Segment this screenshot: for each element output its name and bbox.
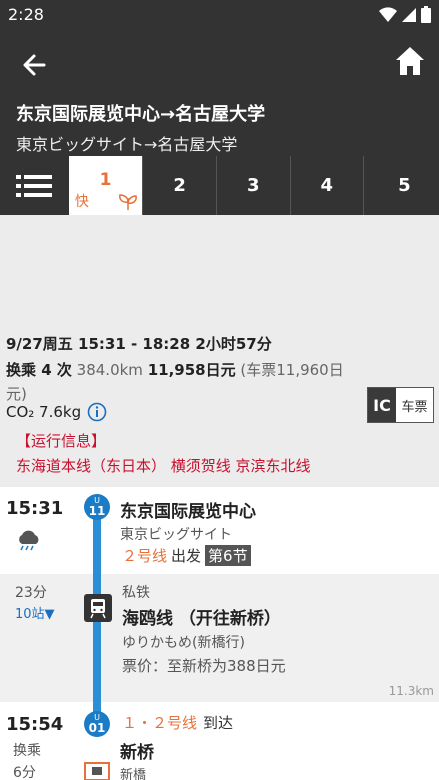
- route-title-cn: 东京国际展览中心→名古屋大学: [16, 104, 266, 125]
- segment-distance: 11.3km: [388, 684, 434, 698]
- station-number-badge: U 11: [84, 494, 110, 520]
- home-button[interactable]: [393, 44, 427, 78]
- arrive-label: 到达: [203, 714, 234, 732]
- platform-number: ２号线: [122, 547, 168, 565]
- total-distance: 384.0km: [76, 361, 143, 379]
- transfer-fare-info: 换乘 4 次 384.0km 11,958日元 (车票11,960日元): [6, 358, 358, 406]
- badge-station-number: 01: [88, 721, 106, 735]
- segment-fare: 票价：至新桥为388日元: [122, 657, 286, 675]
- transfer-time: 6分: [13, 765, 36, 780]
- tab-label: 1: [99, 170, 112, 190]
- route-tabs: 1 快 2 3 4 5: [0, 156, 439, 215]
- segment-duration: 23分: [15, 585, 47, 601]
- battery-icon: [421, 6, 431, 23]
- arrival-time: 15:54: [6, 714, 64, 735]
- tab-route-1[interactable]: 1 快: [68, 156, 143, 215]
- menu-button[interactable]: [0, 156, 69, 215]
- ticket-option[interactable]: 车票: [396, 388, 433, 422]
- badge-station-number: 11: [88, 504, 106, 518]
- tab-label: 4: [320, 175, 334, 196]
- signal-icon: [402, 7, 416, 22]
- tab-label: 2: [173, 175, 186, 196]
- departure-time: 15:31: [6, 498, 64, 519]
- date-time-duration: 9/27周五 15:31 - 18:28 2小时57分: [6, 335, 272, 353]
- status-icons: [379, 6, 431, 23]
- status-time: 2:28: [8, 5, 44, 24]
- car-position-badge: 第6节: [205, 545, 251, 566]
- back-button[interactable]: [16, 50, 52, 80]
- total-fare: 11,958日元: [147, 361, 236, 379]
- tab-route-5[interactable]: 5: [363, 156, 439, 215]
- segment-stops-toggle[interactable]: 10站▼: [15, 603, 55, 622]
- route-detail: 15:31 U 11 东京国际展览中心 東京ビッグサイト ２号线 出发 第6节 …: [0, 487, 439, 780]
- station-number-badge: U 01: [84, 711, 110, 737]
- service-info-lines[interactable]: 东海道本线（东日本） 横须贺线 京滨东北线: [16, 455, 311, 476]
- status-bar: 2:28: [0, 0, 439, 30]
- line-name-jp: ゆりかもめ(新橋行): [122, 635, 245, 651]
- fast-tag: 快: [74, 194, 89, 210]
- station-name-jp: 東京ビッグサイト: [120, 527, 232, 543]
- co2-emission: CO₂ 7.6kg: [6, 402, 107, 422]
- arrow-left-icon: [23, 54, 46, 76]
- station-name-cn[interactable]: 东京国际展览中心: [120, 497, 256, 522]
- service-info-title[interactable]: 【运行信息】: [16, 430, 106, 451]
- tab-route-3[interactable]: 3: [215, 156, 290, 215]
- line-name[interactable]: 海鸥线 （开往新桥）: [122, 604, 281, 629]
- departure-platform-row: ２号线 出发 第6节: [122, 545, 251, 566]
- rain-cloud-icon: [19, 530, 39, 551]
- co2-value: CO₂ 7.6kg: [6, 403, 82, 421]
- ic-card-option[interactable]: IC: [368, 388, 396, 422]
- eco-leaf-icon: [119, 194, 138, 211]
- jr-station-icon: [84, 762, 110, 780]
- list-menu-icon: [16, 174, 53, 197]
- app-bar: 东京国际展览中心→名古屋大学 東京ビッグサイト→名古屋大学: [0, 30, 439, 156]
- tab-route-4[interactable]: 4: [289, 156, 364, 215]
- route-summary: 9/27周五 15:31 - 18:28 2小时57分 换乘 4 次 384.0…: [0, 215, 439, 487]
- tab-label: 5: [398, 175, 411, 196]
- home-icon: [396, 47, 424, 75]
- train-icon: [84, 594, 112, 622]
- segment-type: 私铁: [122, 585, 150, 601]
- tab-route-2[interactable]: 2: [142, 156, 216, 215]
- wifi-icon: [379, 6, 397, 22]
- depart-label: 出发: [171, 547, 202, 565]
- fare-type-toggle[interactable]: IC 车票: [367, 387, 434, 423]
- station-name-jp: 新橋: [120, 768, 147, 780]
- route-title-jp: 東京ビッグサイト→名古屋大学: [16, 135, 238, 154]
- tab-label: 3: [246, 175, 260, 196]
- station-name-cn[interactable]: 新桥: [120, 738, 154, 763]
- transfer-label: 换乘: [13, 743, 41, 759]
- transfer-count: 换乘 4 次: [6, 361, 72, 379]
- platform-number: １・２号线: [122, 714, 198, 732]
- arrival-platform-row: １・２号线 到达: [122, 712, 233, 733]
- info-icon[interactable]: [87, 402, 107, 422]
